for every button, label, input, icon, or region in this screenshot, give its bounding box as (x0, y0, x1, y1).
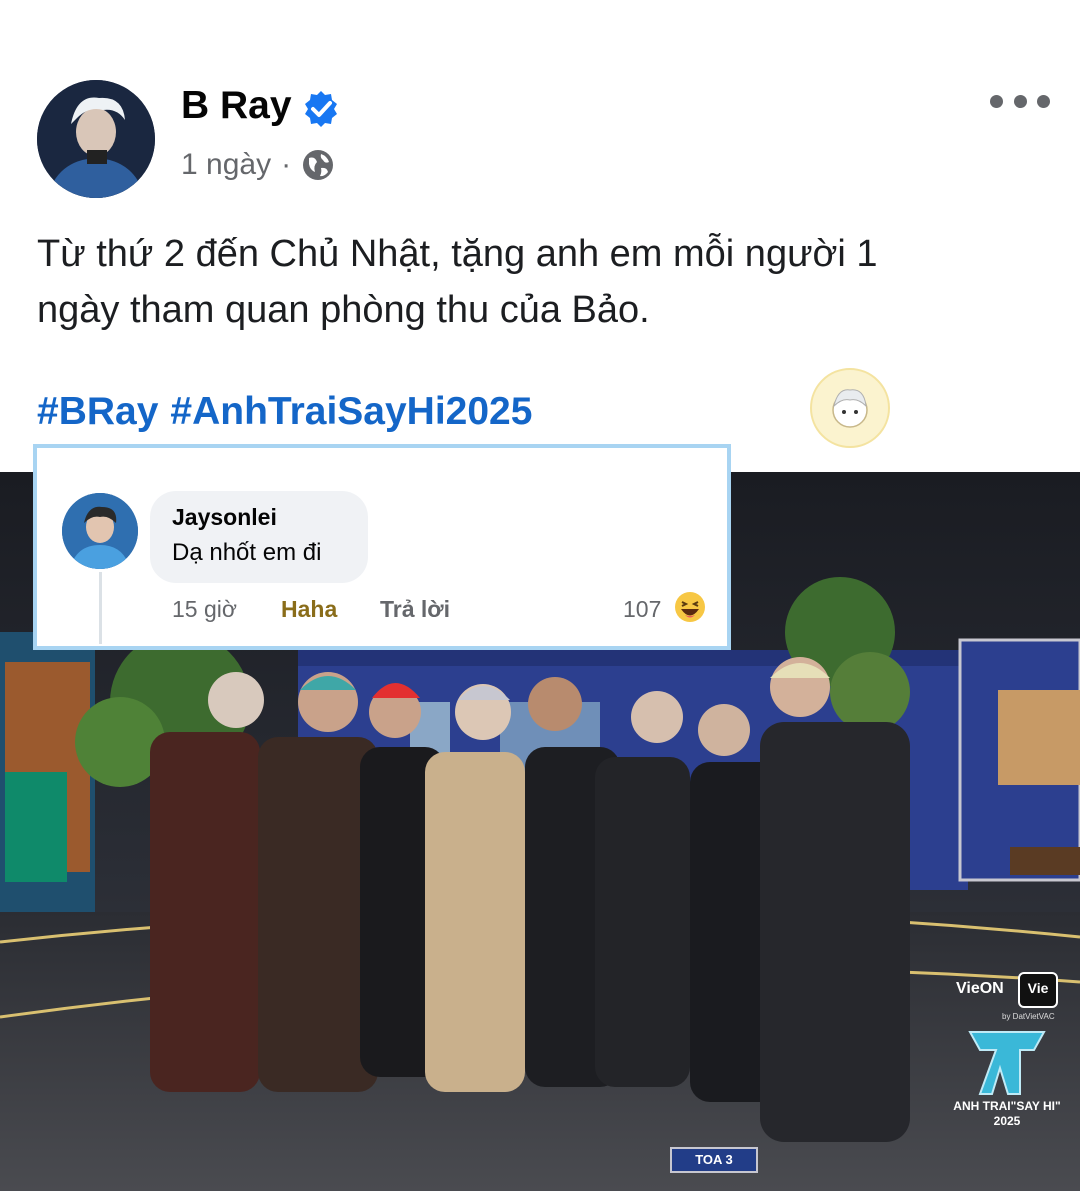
comment-bubble[interactable]: Jaysonlei Dạ nhốt em đi (150, 491, 368, 583)
post-meta: 1 ngày · (181, 148, 335, 182)
reply-button[interactable]: Trả lời (380, 596, 450, 623)
show-logo-icon (968, 1031, 1046, 1095)
comment-text: Dạ nhốt em đi (172, 539, 322, 566)
channel-logo: Vie (1018, 972, 1058, 1008)
post-header: B Ray 1 ngày · (0, 0, 1080, 210)
post-text: Từ thứ 2 đến Chủ Nhật, tặng anh em mỗi n… (37, 226, 1037, 338)
reaction-count[interactable]: 107 (623, 596, 661, 623)
post-time[interactable]: 1 ngày (181, 148, 271, 182)
commenter-avatar[interactable] (62, 493, 138, 569)
post-text-line-2: ngày tham quan phòng thu của Bảo. (37, 289, 650, 331)
meta-separator: · (281, 148, 292, 181)
train-sign: TOA 3 (670, 1147, 758, 1173)
watermark-logo (810, 368, 890, 448)
post-text-line-1: Từ thứ 2 đến Chủ Nhật, tặng anh em mỗi n… (37, 233, 878, 275)
commenter-name[interactable]: Jaysonlei (172, 504, 277, 531)
show-title-line-2: 2025 (993, 1114, 1021, 1128)
show-title: ANH TRAI"SAY HI" 2025 (952, 1099, 1062, 1129)
hashtags: #BRay #AnhTraiSayHi2025 (37, 390, 544, 434)
haha-reaction-button[interactable]: Haha (281, 596, 337, 623)
hashtag-link[interactable]: #AnhTraiSayHi2025 (170, 390, 532, 433)
verified-badge-icon (305, 91, 337, 127)
author-name[interactable]: B Ray (181, 84, 292, 128)
author-avatar[interactable] (37, 80, 155, 198)
show-title-line-1: ANH TRAI"SAY HI" (953, 1099, 1061, 1113)
broadcaster-logo: VieON (956, 980, 1004, 997)
channel-sub: by DatVietVAC (1002, 1012, 1055, 1021)
hashtag-link[interactable]: #BRay (37, 390, 158, 433)
comment-time: 15 giờ (172, 596, 237, 622)
comment-card: Jaysonlei Dạ nhốt em đi 15 giờ Haha Trả … (33, 444, 731, 650)
thread-line (99, 572, 102, 644)
haha-reaction-icon (675, 592, 705, 622)
more-options-icon[interactable] (990, 90, 1050, 112)
globe-icon (303, 150, 334, 180)
